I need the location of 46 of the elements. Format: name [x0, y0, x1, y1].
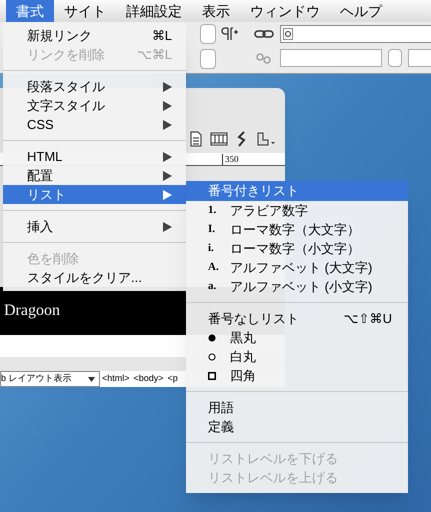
paragraph-icon[interactable]: [220, 27, 238, 41]
view-dropdown[interactable]: b レイアウト表示: [0, 371, 100, 387]
target-icon[interactable]: [283, 28, 293, 40]
menu-bar-item[interactable]: 書式: [6, 0, 54, 22]
film-icon[interactable]: [210, 132, 228, 146]
menu-item[interactable]: I. ローマ数字（大文字）: [186, 220, 408, 239]
menu-item[interactable]: 文字スタイル: [3, 96, 186, 115]
heading-text: Dragoon: [4, 301, 60, 321]
menu-item[interactable]: 挿入: [3, 217, 186, 236]
menu-item[interactable]: 四角: [186, 366, 408, 385]
menu-bar-item[interactable]: ウィンドウ: [240, 0, 330, 22]
tag-link[interactable]: <html>: [102, 372, 130, 386]
menu-item[interactable]: 定義: [186, 417, 408, 436]
menu-item[interactable]: 黒丸: [186, 328, 408, 347]
menu-item[interactable]: 用語: [186, 398, 408, 417]
menu-item[interactable]: CSS: [3, 115, 186, 134]
ruler-label: 350: [222, 154, 238, 165]
menu-item[interactable]: 配置: [3, 166, 186, 185]
menu-item[interactable]: a. アルファベット (小文字): [186, 277, 408, 296]
menu-item[interactable]: 白丸: [186, 347, 408, 366]
menu-bar-item[interactable]: 詳細設定: [116, 0, 192, 22]
menu-item[interactable]: 新規リンク ⌘L: [3, 26, 186, 45]
menu-item[interactable]: スタイルをクリア...: [3, 268, 186, 287]
menu-item[interactable]: HTML: [3, 147, 186, 166]
tag-link[interactable]: <p: [168, 372, 178, 386]
hollow-circle-icon: [208, 352, 216, 360]
menu-item[interactable]: 番号付きリスト: [186, 181, 408, 201]
menu-bar-item[interactable]: サイト: [54, 0, 116, 22]
menu-item[interactable]: i. ローマ数字（小文字）: [186, 239, 408, 258]
menu-item[interactable]: 番号なしリスト ⌥⇧⌘U: [186, 309, 408, 328]
menu-item[interactable]: リスト: [3, 185, 186, 204]
view-label: b レイアウト表示: [1, 372, 72, 386]
chain-link-icon: [254, 28, 274, 40]
menu-bar-item[interactable]: 表示: [192, 0, 240, 22]
square-icon: [208, 372, 216, 380]
filled-circle-icon: [208, 334, 216, 342]
menu-item[interactable]: 1. アラビア数字: [186, 201, 408, 220]
target-field[interactable]: [280, 49, 382, 67]
dropdown-arrow-icon: [88, 376, 95, 382]
menu-item[interactable]: A. アルファベット (大文字): [186, 258, 408, 277]
menu-item[interactable]: 段落スタイル: [3, 77, 186, 96]
link-field[interactable]: [280, 25, 431, 43]
submenu-arrow-icon: [163, 222, 172, 232]
document-icon[interactable]: [190, 131, 202, 147]
menu-bar-item[interactable]: ヘルプ: [330, 0, 392, 22]
tag-link[interactable]: <body>: [134, 372, 164, 386]
